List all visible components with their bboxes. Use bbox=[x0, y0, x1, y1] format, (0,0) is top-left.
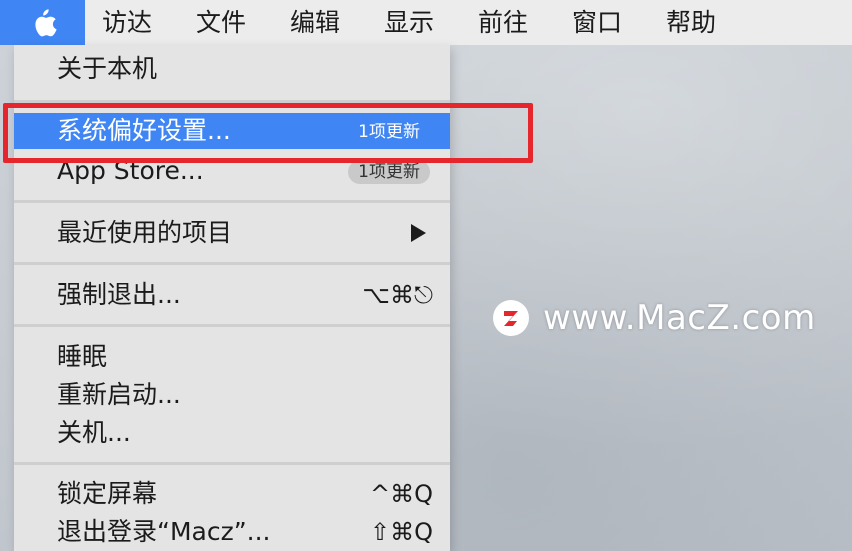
menu-window[interactable]: 窗口 bbox=[572, 0, 622, 45]
z-logo-icon bbox=[493, 300, 529, 336]
menu-finder[interactable]: 访达 bbox=[102, 0, 152, 45]
menu-item-label: 最近使用的项目 bbox=[57, 218, 233, 247]
menu-item-label: 强制退出... bbox=[57, 280, 181, 309]
update-badge: 1项更新 bbox=[348, 160, 430, 184]
menu-item-sleep[interactable]: 睡眠 bbox=[14, 339, 450, 375]
apple-logo-icon bbox=[29, 7, 57, 39]
watermark: www.MacZ.com bbox=[493, 298, 816, 338]
menu-help[interactable]: 帮助 bbox=[666, 0, 716, 45]
menu-item-restart[interactable]: 重新启动... bbox=[14, 377, 450, 413]
menu-bar: 访达 文件 编辑 显示 前往 窗口 帮助 bbox=[0, 0, 852, 45]
menu-item-about[interactable]: 关于本机 bbox=[14, 51, 450, 87]
menu-item-recent-items[interactable]: 最近使用的项目 bbox=[14, 215, 450, 251]
menu-separator bbox=[14, 262, 450, 265]
menu-item-label: 退出登录“Macz”... bbox=[57, 517, 271, 546]
menu-file[interactable]: 文件 bbox=[196, 0, 246, 45]
menu-separator bbox=[14, 200, 450, 203]
menu-separator bbox=[14, 462, 450, 465]
keyboard-shortcut: ^⌘Q bbox=[370, 480, 433, 508]
menu-item-lock-screen[interactable]: 锁定屏幕 ^⌘Q bbox=[14, 476, 450, 512]
menu-item-label: 关机... bbox=[57, 418, 131, 447]
menu-item-shutdown[interactable]: 关机... bbox=[14, 415, 450, 451]
keyboard-shortcut: ⌥⌘⎋ bbox=[362, 281, 433, 309]
annotation-highlight-box bbox=[3, 103, 533, 163]
menu-item-label: 关于本机 bbox=[57, 54, 158, 83]
menu-edit[interactable]: 编辑 bbox=[290, 0, 340, 45]
menu-item-label: 锁定屏幕 bbox=[57, 479, 158, 508]
triangle-right-icon bbox=[411, 224, 426, 242]
watermark-text: www.MacZ.com bbox=[543, 298, 816, 338]
menu-go[interactable]: 前往 bbox=[478, 0, 528, 45]
menu-view[interactable]: 显示 bbox=[384, 0, 434, 45]
menu-item-log-out[interactable]: 退出登录“Macz”... ⇧⌘Q bbox=[14, 514, 450, 550]
menu-separator bbox=[14, 324, 450, 327]
menu-item-force-quit[interactable]: 强制退出... ⌥⌘⎋ bbox=[14, 277, 450, 313]
keyboard-shortcut: ⇧⌘Q bbox=[370, 518, 433, 546]
menu-item-label: 重新启动... bbox=[57, 380, 181, 409]
apple-menu-button[interactable] bbox=[0, 0, 85, 45]
menu-item-label: 睡眠 bbox=[57, 342, 108, 371]
